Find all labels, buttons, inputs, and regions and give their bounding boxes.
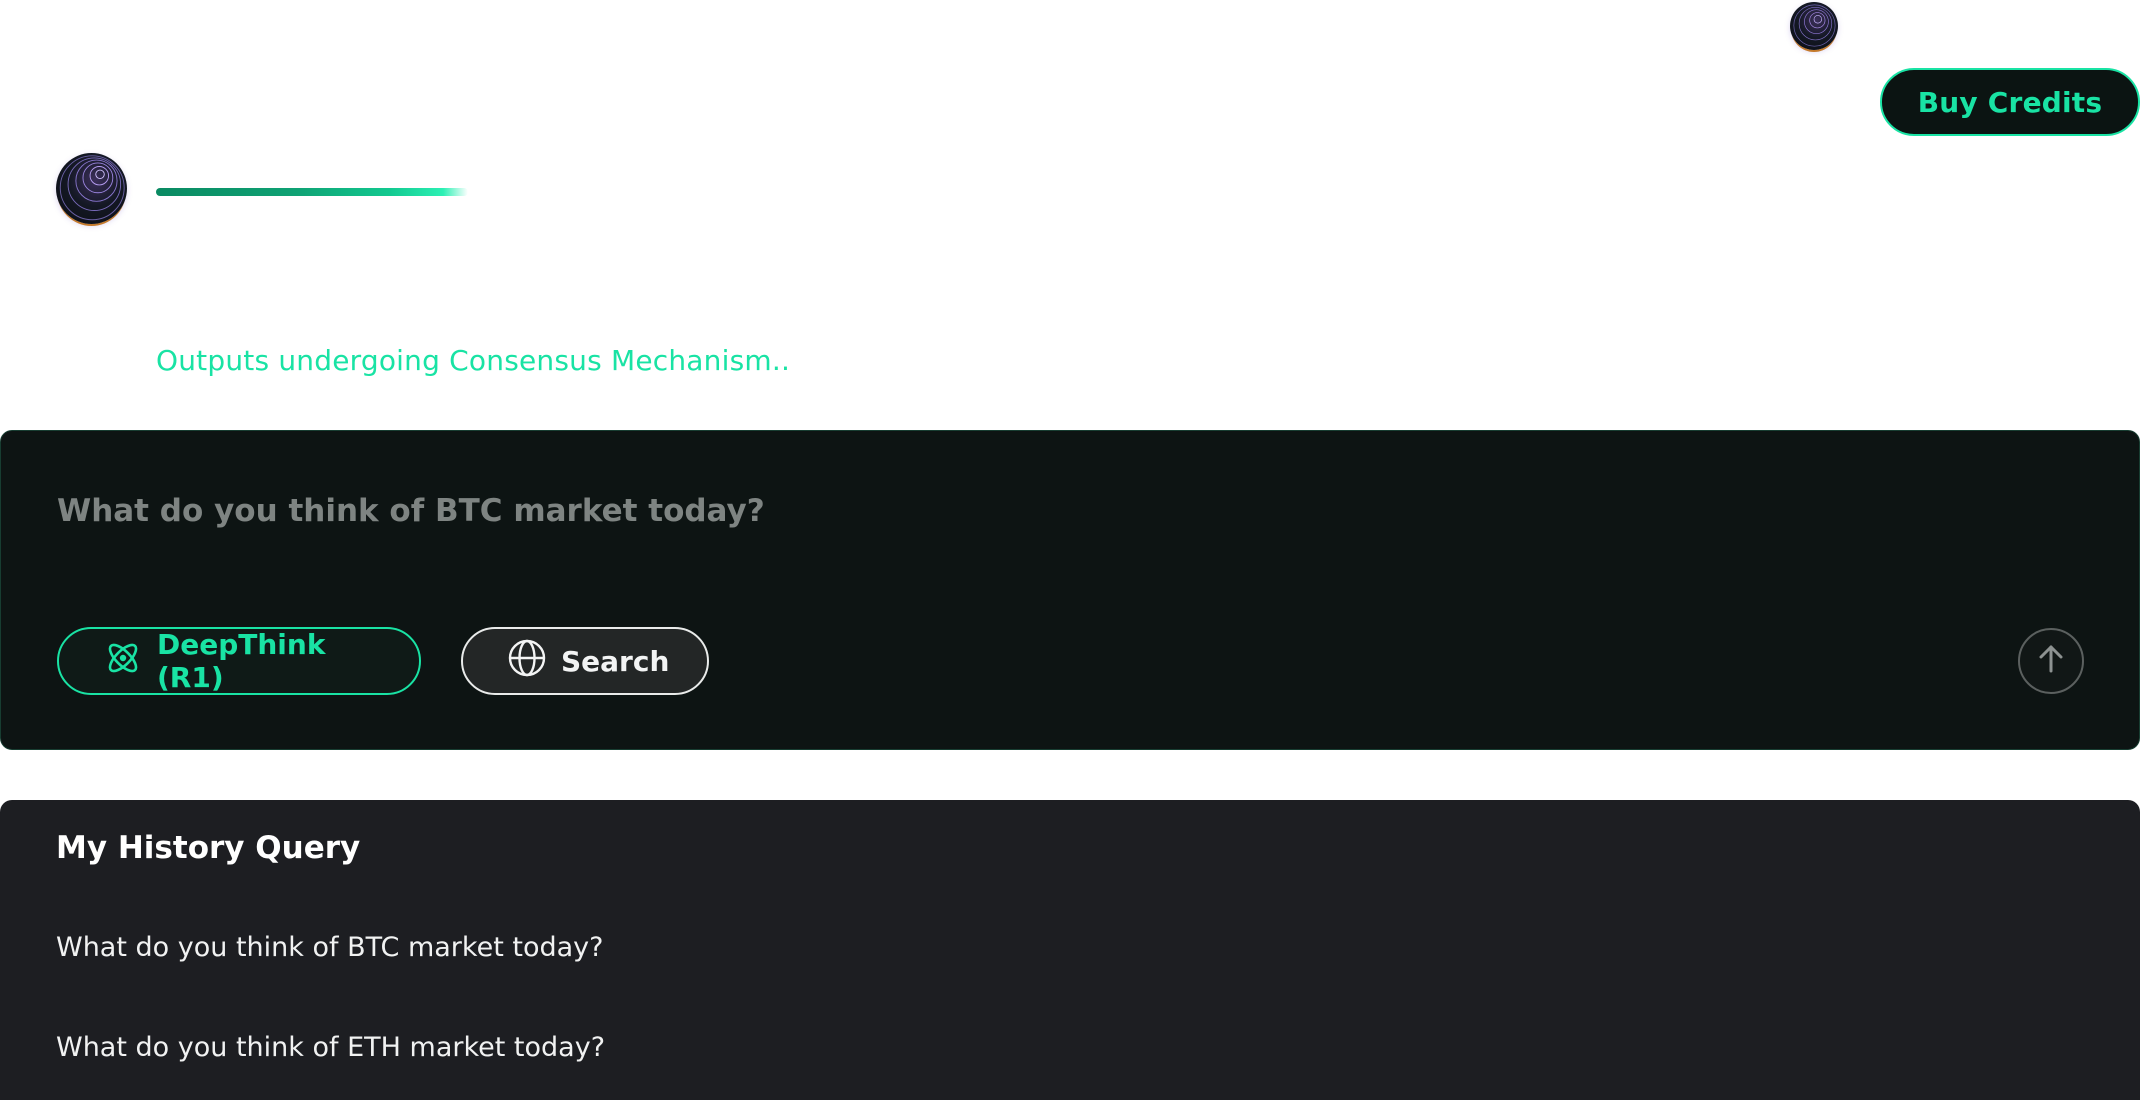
consensus-progress-bar [156,188,468,196]
app-page: Buy Credits Outputs undergoing Consensus… [0,0,2140,1100]
history-item[interactable]: What do you think of ETH market today? [56,1032,605,1063]
query-input[interactable] [57,486,1957,536]
arrow-up-icon [2034,642,2068,680]
search-label: Search [561,644,670,678]
globe-icon [507,638,547,685]
consensus-status-text: Outputs undergoing Consensus Mechanism.. [156,344,791,377]
search-toggle-button[interactable]: Search [461,627,709,695]
history-title: My History Query [56,830,361,866]
history-panel: My History Query What do you think of BT… [0,800,2140,1100]
buy-credits-button[interactable]: Buy Credits [1880,68,2140,136]
query-composer: DeepThink (R1) Search [0,430,2140,750]
deepthink-toggle-button[interactable]: DeepThink (R1) [57,627,421,695]
atom-icon [103,638,143,685]
assistant-avatar-icon [56,153,127,224]
deepthink-label: DeepThink (R1) [157,628,326,694]
send-button[interactable] [2018,628,2084,694]
history-item[interactable]: What do you think of BTC market today? [56,932,603,963]
user-avatar-icon[interactable] [1790,2,1838,50]
